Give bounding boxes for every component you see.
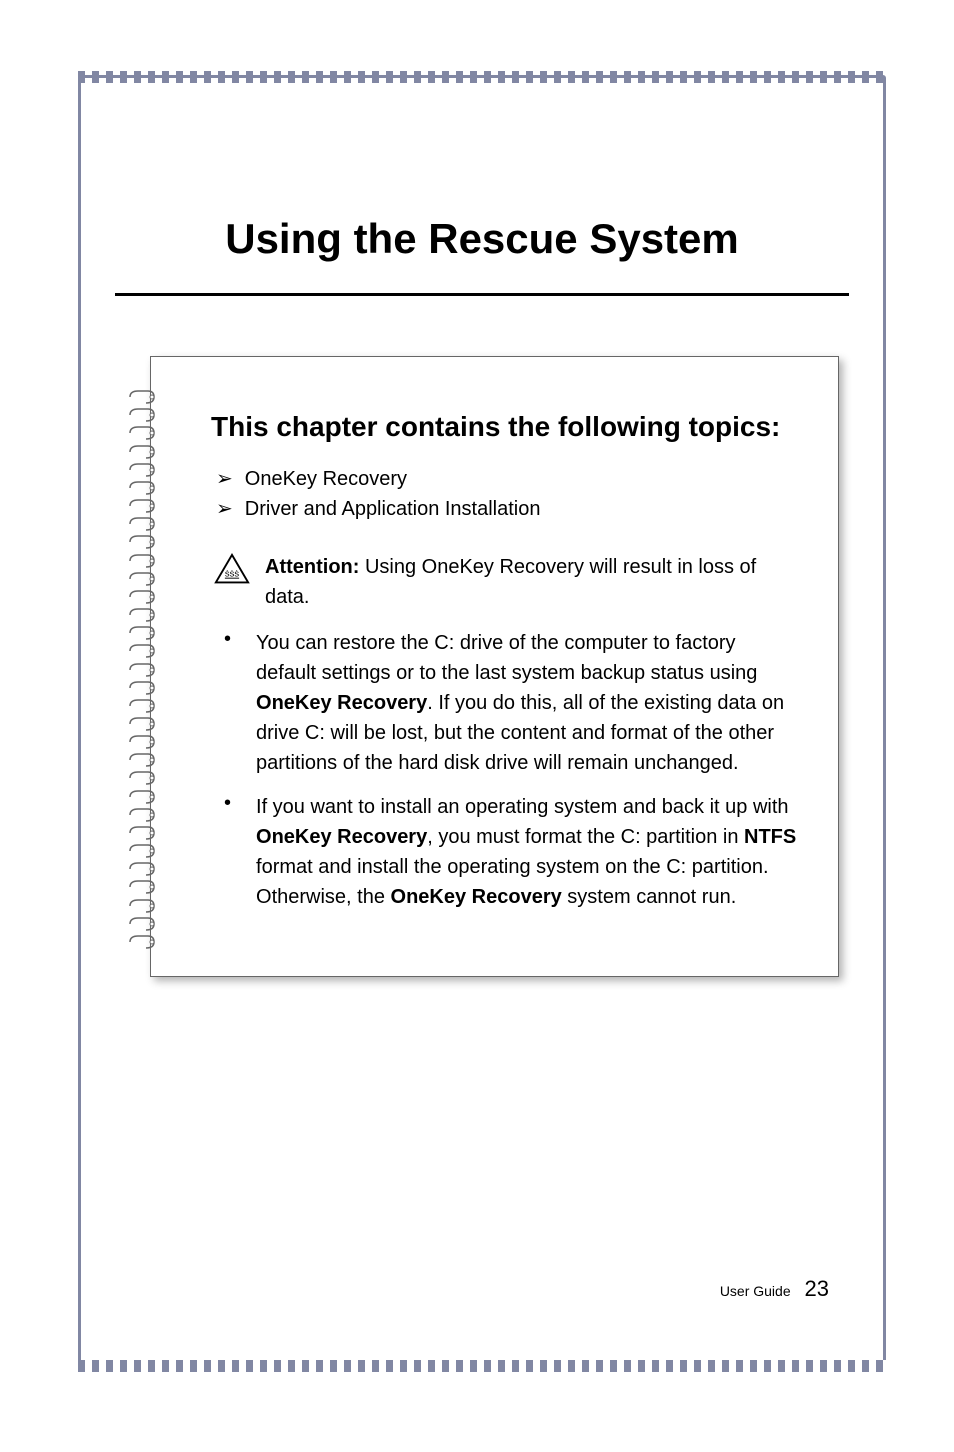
spiral-ring-icon (128, 825, 156, 842)
spiral-ring-icon (128, 571, 156, 588)
spiral-ring-icon (128, 770, 156, 787)
topic-arrow-icon: ➢ (216, 494, 233, 524)
topic-item: ➢ OneKey Recovery (211, 464, 800, 494)
attention-block: ṡṡṡ Attention: Using OneKey Recovery wil… (211, 552, 800, 612)
spiral-ring-icon (128, 425, 156, 442)
spiral-ring-icon (128, 698, 156, 715)
spiral-ring-icon (128, 553, 156, 570)
footer-label: User Guide (720, 1283, 791, 1299)
bullet-item: •If you want to install an operating sys… (216, 792, 800, 912)
spiral-ring-icon (128, 607, 156, 624)
page-footer: User Guide 23 (720, 1276, 829, 1302)
spiral-binding-decoration (128, 388, 168, 952)
spiral-ring-icon (128, 752, 156, 769)
spiral-ring-icon (128, 807, 156, 824)
spiral-ring-icon (128, 407, 156, 424)
spiral-ring-icon (128, 662, 156, 679)
spiral-ring-icon (128, 643, 156, 660)
chapter-heading: This chapter contains the following topi… (211, 407, 800, 446)
bullet-list: •You can restore the C: drive of the com… (216, 628, 800, 912)
bullet-text: You can restore the C: drive of the comp… (256, 628, 800, 778)
bullet-dot-icon: • (224, 628, 231, 778)
bullet-text: If you want to install an operating syst… (256, 792, 800, 912)
attention-caution-icon: ṡṡṡ (213, 552, 251, 586)
page-content: Using the Rescue System This chapter con… (100, 100, 864, 1342)
content-notebook-box: This chapter contains the following topi… (150, 356, 839, 977)
topic-arrow-icon: ➢ (216, 464, 233, 494)
spiral-ring-icon (128, 934, 156, 951)
spiral-ring-icon (128, 498, 156, 515)
content-notebook-container: This chapter contains the following topi… (150, 356, 839, 977)
spiral-ring-icon (128, 916, 156, 933)
topic-item: ➢ Driver and Application Installation (211, 494, 800, 524)
topic-text: Driver and Application Installation (245, 498, 541, 520)
spiral-ring-icon (128, 843, 156, 860)
svg-text:ṡṡṡ: ṡṡṡ (225, 569, 239, 580)
spiral-ring-icon (128, 462, 156, 479)
spiral-ring-icon (128, 389, 156, 406)
spiral-ring-icon (128, 734, 156, 751)
spiral-ring-icon (128, 589, 156, 606)
spiral-ring-icon (128, 480, 156, 497)
title-underline (115, 293, 849, 296)
topic-list: ➢ OneKey Recovery ➢ Driver and Application … (211, 464, 800, 524)
spiral-ring-icon (128, 789, 156, 806)
footer-page-number: 23 (805, 1276, 829, 1301)
bullet-item: •You can restore the C: drive of the com… (216, 628, 800, 778)
spiral-ring-icon (128, 534, 156, 551)
spiral-ring-icon (128, 516, 156, 533)
attention-text: Attention: Using OneKey Recovery will re… (265, 552, 800, 612)
spiral-ring-icon (128, 680, 156, 697)
page-title: Using the Rescue System (100, 215, 864, 263)
spiral-ring-icon (128, 625, 156, 642)
attention-label: Attention: (265, 556, 359, 578)
bullet-dot-icon: • (224, 792, 231, 912)
spiral-ring-icon (128, 861, 156, 878)
spiral-ring-icon (128, 444, 156, 461)
topic-text: OneKey Recovery (245, 468, 407, 490)
bottom-dashed-border (78, 1360, 886, 1372)
spiral-ring-icon (128, 716, 156, 733)
spiral-ring-icon (128, 898, 156, 915)
spiral-ring-icon (128, 879, 156, 896)
